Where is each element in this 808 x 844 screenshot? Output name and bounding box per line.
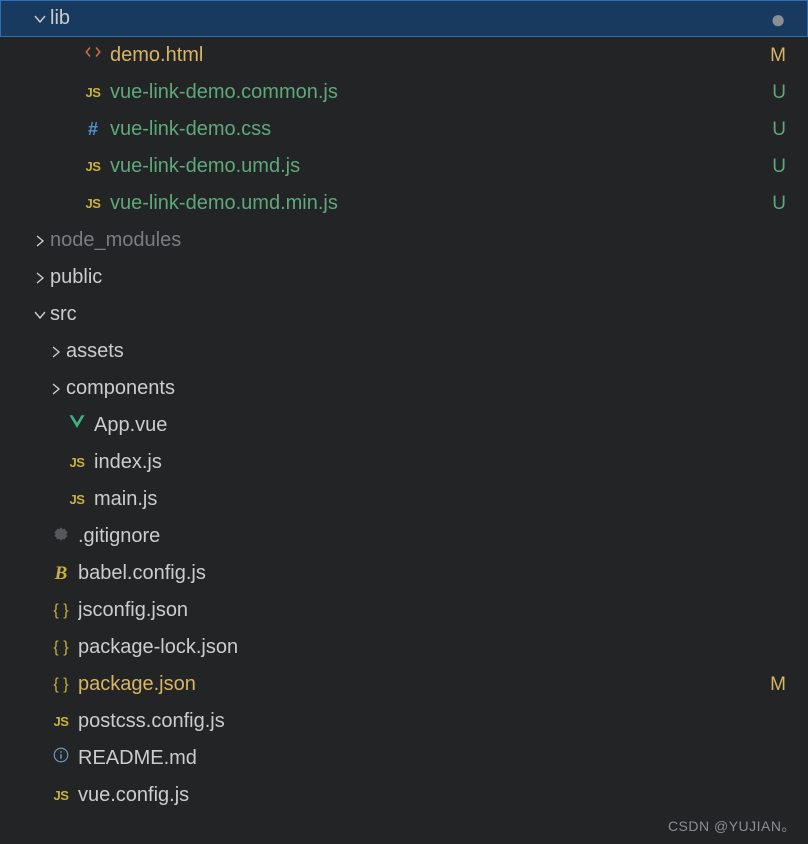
git-status-badge: U <box>772 148 808 185</box>
json-icon: { } <box>50 629 72 666</box>
folder-label: components <box>66 370 808 407</box>
file-row[interactable]: { } package.jsonM <box>0 666 808 703</box>
file-label: vue-link-demo.umd.js <box>110 148 772 185</box>
file-label: package-lock.json <box>78 629 808 666</box>
file-row[interactable]: JSvue-link-demo.common.jsU <box>0 74 808 111</box>
file-row[interactable]: .gitignore <box>0 518 808 555</box>
file-row[interactable]: App.vue <box>0 407 808 444</box>
folder-row[interactable]: assets <box>0 333 808 370</box>
file-label: package.json <box>78 666 770 703</box>
folder-label: node_modules <box>50 222 808 259</box>
json-icon: { } <box>50 666 72 703</box>
chevron-right-icon[interactable] <box>46 344 66 360</box>
folder-label: src <box>50 296 808 333</box>
file-label: vue-link-demo.umd.min.js <box>110 185 772 222</box>
file-row[interactable]: Bbabel.config.js <box>0 555 808 592</box>
file-row[interactable]: JSvue-link-demo.umd.jsU <box>0 148 808 185</box>
js-icon: JS <box>66 481 88 518</box>
folder-row[interactable]: public <box>0 259 808 296</box>
file-row[interactable]: { } package-lock.json <box>0 629 808 666</box>
js-icon: JS <box>50 777 72 814</box>
git-status-badge: U <box>772 111 808 148</box>
file-row[interactable]: JSvue-link-demo.umd.min.jsU <box>0 185 808 222</box>
babel-icon: B <box>50 555 72 592</box>
js-icon: JS <box>66 444 88 481</box>
file-label: README.md <box>78 740 808 777</box>
chevron-right-icon[interactable] <box>30 233 50 249</box>
chevron-right-icon[interactable] <box>30 270 50 286</box>
file-label: postcss.config.js <box>78 703 808 740</box>
html-icon <box>82 37 104 74</box>
dirty-dot-icon: ● <box>770 6 808 32</box>
ignore-icon <box>50 518 72 555</box>
file-label: .gitignore <box>78 518 808 555</box>
folder-label: lib <box>50 0 770 37</box>
vue-icon <box>66 407 88 444</box>
file-row[interactable]: JSindex.js <box>0 444 808 481</box>
json-icon: { } <box>50 592 72 629</box>
git-status-badge: U <box>772 185 808 222</box>
css-icon: # <box>82 111 104 148</box>
file-explorer-tree: lib●demo.htmlMJSvue-link-demo.common.jsU… <box>0 0 808 814</box>
file-label: vue.config.js <box>78 777 808 814</box>
js-icon: JS <box>82 74 104 111</box>
file-label: index.js <box>94 444 808 481</box>
js-icon: JS <box>82 185 104 222</box>
folder-label: public <box>50 259 808 296</box>
folder-row[interactable]: node_modules <box>0 222 808 259</box>
git-status-badge: M <box>770 37 808 74</box>
file-row[interactable]: { } jsconfig.json <box>0 592 808 629</box>
file-label: demo.html <box>110 37 770 74</box>
file-row[interactable]: demo.htmlM <box>0 37 808 74</box>
js-icon: JS <box>82 148 104 185</box>
file-label: main.js <box>94 481 808 518</box>
file-row[interactable]: JSmain.js <box>0 481 808 518</box>
chevron-down-icon[interactable] <box>30 11 50 27</box>
file-row[interactable]: #vue-link-demo.cssU <box>0 111 808 148</box>
js-icon: JS <box>50 703 72 740</box>
folder-row[interactable]: lib● <box>0 0 808 37</box>
info-icon <box>50 740 72 777</box>
watermark: CSDN @YUJIAN。 <box>668 816 796 836</box>
folder-row[interactable]: src <box>0 296 808 333</box>
file-label: babel.config.js <box>78 555 808 592</box>
file-row[interactable]: JSpostcss.config.js <box>0 703 808 740</box>
git-status-badge: M <box>770 666 808 703</box>
file-row[interactable]: README.md <box>0 740 808 777</box>
chevron-right-icon[interactable] <box>46 381 66 397</box>
file-label: vue-link-demo.common.js <box>110 74 772 111</box>
file-label: jsconfig.json <box>78 592 808 629</box>
folder-label: assets <box>66 333 808 370</box>
file-label: vue-link-demo.css <box>110 111 772 148</box>
file-row[interactable]: JSvue.config.js <box>0 777 808 814</box>
git-status-badge: U <box>772 74 808 111</box>
folder-row[interactable]: components <box>0 370 808 407</box>
file-label: App.vue <box>94 407 808 444</box>
chevron-down-icon[interactable] <box>30 307 50 323</box>
